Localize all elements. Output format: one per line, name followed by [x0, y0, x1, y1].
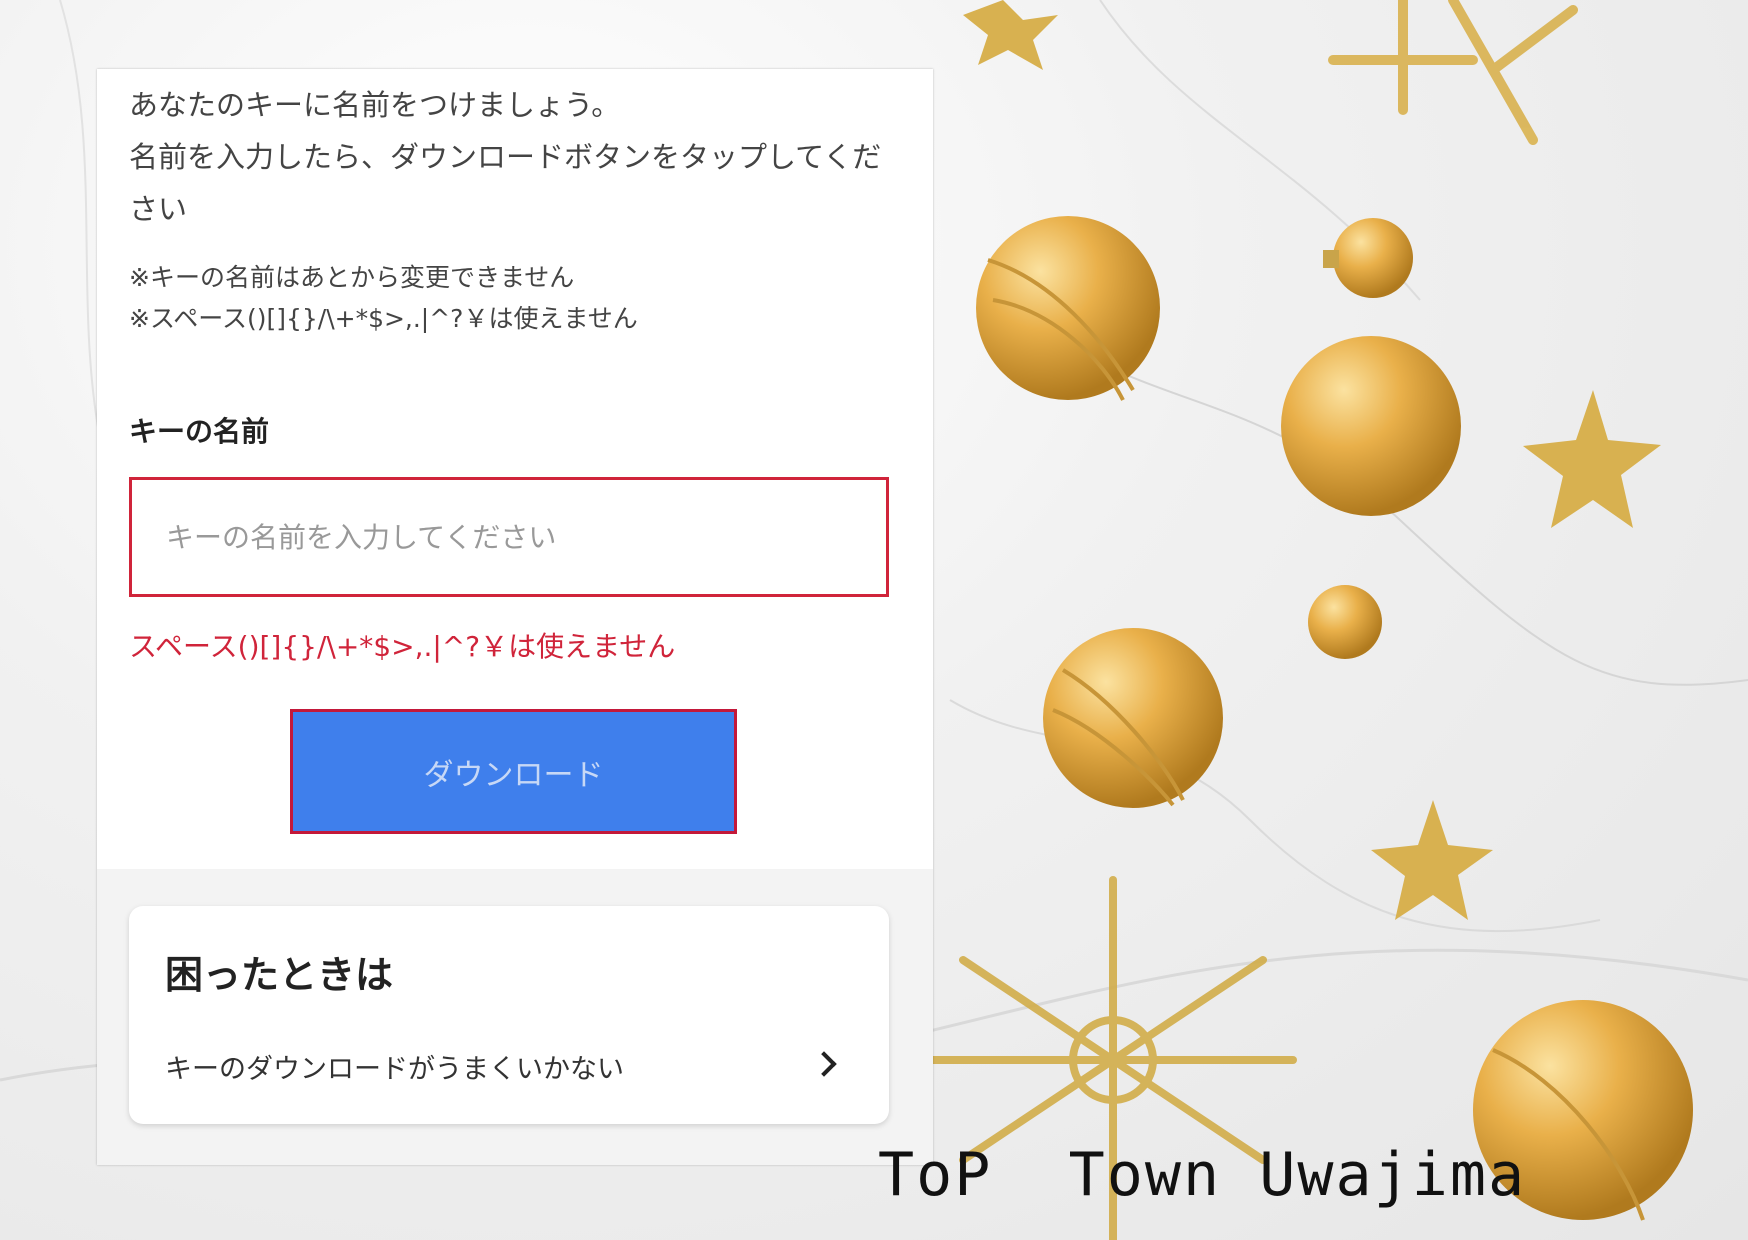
intro-line-2: 名前を入力したら、ダウンロードボタンをタップしてください — [129, 140, 882, 226]
key-name-input[interactable] — [129, 477, 889, 597]
download-trouble-link-label: キーのダウンロードがうまくいかない — [165, 1053, 624, 1085]
download-button[interactable]: ダウンロード — [290, 709, 737, 834]
intro-text: あなたのキーに名前をつけましょう。 名前を入力したら、ダウンロードボタンをタップ… — [129, 79, 909, 235]
note-line-2: ※スペース()[]{}/\+*$>,.|^?￥は使えません — [129, 304, 638, 333]
note-line-1: ※キーの名前はあとから変更できません — [129, 263, 575, 292]
brand-watermark: ToP Town Uwajima — [878, 1140, 1527, 1210]
validation-error-text: スペース()[]{}/\+*$>,.|^?￥は使えません — [129, 630, 676, 663]
key-name-label: キーの名前 — [129, 415, 270, 448]
help-title: 困ったときは — [165, 953, 394, 997]
download-trouble-link[interactable]: キーのダウンロードがうまくいかない — [129, 1031, 889, 1101]
chevron-right-icon — [811, 1051, 837, 1077]
intro-line-1: あなたのキーに名前をつけましょう。 — [129, 88, 621, 122]
notes: ※キーの名前はあとから変更できません ※スペース()[]{}/\+*$>,.|^… — [129, 257, 909, 339]
key-naming-panel: あなたのキーに名前をつけましょう。 名前を入力したら、ダウンロードボタンをタップ… — [97, 69, 933, 1165]
christmas-ornaments-decoration — [933, 0, 1748, 1240]
help-card: 困ったときは キーのダウンロードがうまくいかない — [129, 906, 889, 1124]
